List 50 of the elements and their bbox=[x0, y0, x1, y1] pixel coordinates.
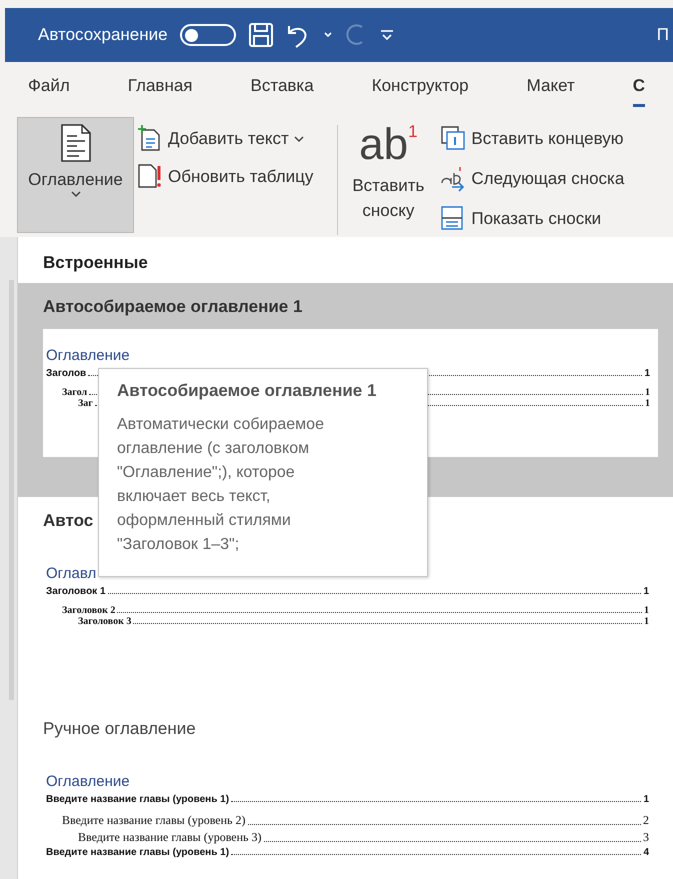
page-number: 3 bbox=[643, 830, 649, 845]
ribbon-tab[interactable]: Главная bbox=[128, 68, 193, 107]
ribbon-tab[interactable]: Вставка bbox=[250, 68, 314, 107]
ribbon-tab[interactable]: С bbox=[632, 68, 646, 107]
table-of-contents-button[interactable]: Оглавление bbox=[17, 117, 134, 233]
caret-icon[interactable] bbox=[324, 32, 332, 38]
save-icon[interactable] bbox=[248, 22, 274, 48]
page-number: 1 bbox=[644, 616, 649, 627]
insert-footnote-button[interactable]: ab$^{1}$ Вставить сноску bbox=[348, 117, 428, 223]
document-icon bbox=[60, 124, 90, 162]
customize-icon[interactable] bbox=[380, 29, 394, 41]
command-button[interactable]: Вставить концевую bbox=[440, 125, 624, 153]
ribbon-tab[interactable]: Макет bbox=[526, 68, 575, 107]
entry-text: Введите название главы (уровень 3) bbox=[78, 830, 262, 845]
next-footnote-icon bbox=[440, 165, 466, 193]
entry-text: Введите название главы (уровень 2) bbox=[62, 813, 246, 828]
ribbon-tab[interactable]: Конструктор bbox=[372, 68, 469, 107]
item-title[interactable]: Ручное оглавление bbox=[43, 719, 196, 743]
page-number: 1 bbox=[643, 794, 649, 805]
page-number: 1 bbox=[644, 605, 649, 616]
page-number: 4 bbox=[643, 847, 649, 858]
tooltip-title: Автособираемое оглавление 1 bbox=[117, 381, 376, 401]
command-button[interactable]: Показать сноски bbox=[440, 205, 624, 233]
caret-icon bbox=[70, 190, 80, 198]
section-heading: Встроенные bbox=[42, 252, 149, 274]
entry-text: Введите название главы (уровень 1) bbox=[46, 847, 230, 858]
autosave-toggle[interactable] bbox=[180, 24, 236, 46]
autosave-label: Автосохранение bbox=[38, 25, 168, 45]
entry-text: Заголовок 2 bbox=[62, 605, 116, 616]
item-title[interactable]: Автос bbox=[43, 511, 94, 535]
page-number: 1 bbox=[645, 387, 650, 398]
command-button[interactable]: Обновить таблицу bbox=[137, 163, 314, 191]
item-title: Автособираемое оглавление 1 bbox=[43, 297, 302, 318]
entry-text: Заголов bbox=[46, 368, 86, 379]
page-number: 2 bbox=[643, 813, 649, 828]
command-button[interactable]: Добавить текст bbox=[137, 125, 314, 153]
page-number: 1 bbox=[644, 368, 650, 379]
ribbon-tab[interactable]: Файл bbox=[28, 68, 70, 107]
entry-text: Заголовок 1 bbox=[46, 586, 106, 597]
toc-heading: Оглавление bbox=[46, 773, 131, 790]
entry-text: Заг bbox=[78, 398, 93, 409]
document-title: П bbox=[656, 25, 670, 45]
command-button[interactable]: Следующая сноска bbox=[440, 165, 624, 193]
entry-text: Заголовок 3 bbox=[78, 616, 132, 627]
page-number: 1 bbox=[645, 398, 650, 409]
page-number: 1 bbox=[643, 586, 649, 597]
toc-heading: Оглавление bbox=[46, 347, 131, 364]
entry-text: Введите название главы (уровень 1) bbox=[46, 794, 230, 805]
entry-text: Загол bbox=[62, 387, 88, 398]
toc-heading: Оглавл bbox=[46, 565, 98, 582]
